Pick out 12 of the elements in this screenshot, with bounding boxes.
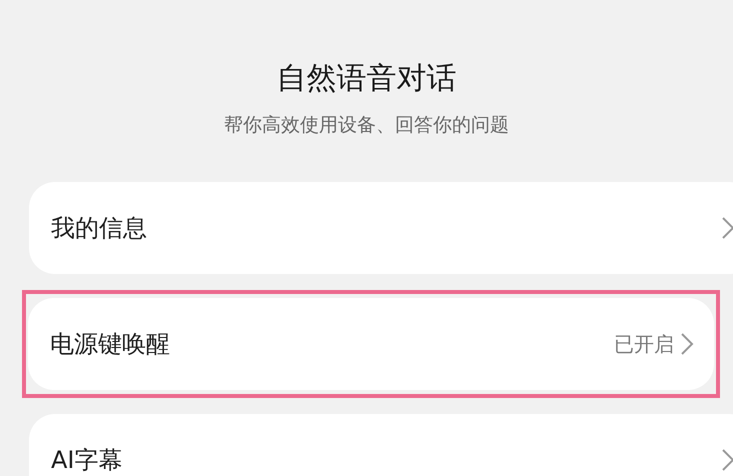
row-value: 已开启 [614, 330, 674, 358]
chevron-right-icon [721, 216, 733, 240]
row-label: 我的信息 [51, 213, 148, 244]
chevron-right-icon [680, 332, 694, 356]
settings-row[interactable]: 电源键唤醒 已开启 [28, 298, 714, 390]
settings-row[interactable]: 我的信息 [29, 182, 733, 274]
row-label: AI字幕 [51, 445, 124, 476]
page-title: 自然语音对话 [276, 60, 456, 98]
settings-row[interactable]: AI字幕 [29, 414, 733, 476]
chevron-right-icon [721, 448, 733, 472]
row-label: 电源键唤醒 [50, 329, 171, 360]
page-subtitle: 帮你高效使用设备、回答你的问题 [224, 113, 509, 138]
